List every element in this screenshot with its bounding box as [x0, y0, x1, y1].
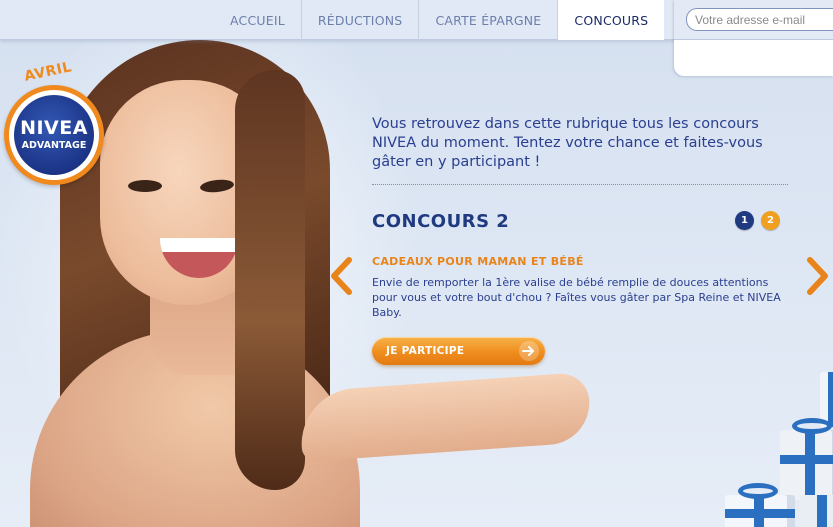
nav-item-accueil[interactable]: ACCUEIL — [214, 0, 302, 40]
nav-item-carte-epargne[interactable]: CARTE ÉPARGNE — [419, 0, 559, 40]
logo-brand-text: NIVEA — [20, 117, 88, 140]
gift-bow-icon — [738, 483, 778, 499]
participate-button-label: JE PARTICIPE — [386, 345, 465, 357]
model-eye-left — [128, 180, 162, 192]
contest-subtitle: CADEAUX POUR MAMAN ET BÉBÉ — [372, 255, 584, 268]
dotted-divider — [372, 184, 788, 185]
gift-box — [800, 495, 833, 527]
pager-dot-1[interactable]: 1 — [735, 211, 754, 230]
nav-item-reductions[interactable]: RÉDUCTIONS — [302, 0, 420, 40]
email-input[interactable] — [686, 8, 833, 31]
gift-box — [725, 495, 795, 527]
participate-button[interactable]: JE PARTICIPE — [372, 337, 545, 365]
pager-dot-2[interactable]: 2 — [761, 211, 780, 230]
next-arrow-icon[interactable] — [804, 256, 832, 296]
logo-program-text: ADVANTAGE — [21, 140, 87, 152]
contest-description: Envie de remporter la 1ère valise de béb… — [372, 276, 781, 319]
gift-bow-icon — [792, 418, 832, 434]
contest-pager: 1 2 — [735, 211, 780, 230]
gift-box — [780, 430, 833, 500]
contest-title: CONCOURS 2 — [372, 211, 510, 232]
main-menu: ACCUEIL RÉDUCTIONS CARTE ÉPARGNE CONCOUR… — [214, 0, 665, 40]
nav-item-concours[interactable]: CONCOURS — [558, 0, 665, 40]
intro-text: Vous retrouvez dans cette rubrique tous … — [372, 116, 763, 170]
arrow-right-icon — [519, 341, 539, 361]
previous-arrow-icon[interactable] — [327, 256, 355, 296]
nivea-advantage-logo[interactable]: NIVEA ADVANTAGE — [4, 85, 104, 185]
model-hair-front — [235, 70, 305, 490]
logo-badge: NIVEA ADVANTAGE — [14, 95, 94, 175]
